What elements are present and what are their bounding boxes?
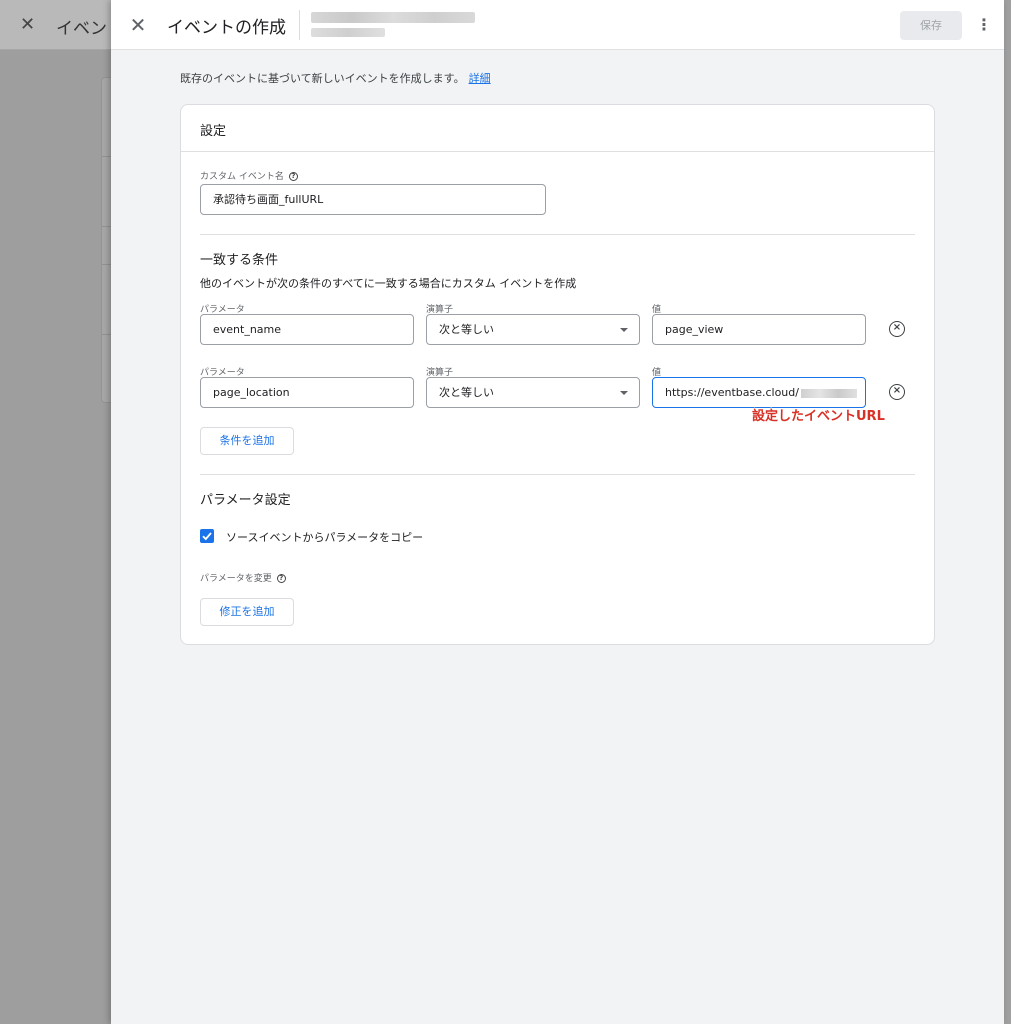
copy-parameters-checkbox[interactable] bbox=[200, 529, 214, 543]
help-icon[interactable]: ? bbox=[276, 574, 286, 583]
parameter-input[interactable]: page_location bbox=[200, 377, 414, 408]
background-title: イベン bbox=[56, 19, 107, 39]
custom-event-name-input[interactable]: 承認待ち画面_fullURL bbox=[200, 184, 546, 215]
remove-condition-icon[interactable]: × bbox=[889, 384, 905, 400]
operator-select-value: 次と等しい bbox=[439, 386, 494, 399]
conditions-title: 一致する条件 bbox=[200, 253, 279, 268]
page-title: イベントの作成 bbox=[167, 18, 286, 38]
redacted-url-path bbox=[800, 388, 857, 398]
value-input[interactable]: https://eventbase.cloud/ bbox=[652, 377, 866, 408]
value-input-text: https://eventbase.cloud/ bbox=[665, 386, 799, 399]
conditions-description: 他のイベントが次の条件のすべてに一致する場合にカスタム イベントを作成 bbox=[200, 277, 577, 290]
panel-header: ✕ イベントの作成 保存 ⋮ bbox=[111, 0, 1004, 50]
redacted-property-name bbox=[311, 12, 475, 23]
settings-card: 設定 カスタム イベント名? 承認待ち画面_fullURL 一致する条件 他のイ… bbox=[180, 104, 935, 645]
dropdown-arrow-icon bbox=[620, 391, 628, 395]
dropdown-arrow-icon bbox=[620, 328, 628, 332]
copy-parameters-label: ソースイベントからパラメータをコピー bbox=[226, 531, 424, 544]
intro-text: 既存のイベントに基づいて新しいイベントを作成します。 詳細 bbox=[180, 70, 491, 86]
operator-select-value: 次と等しい bbox=[439, 323, 494, 336]
background-close-icon: ✕ bbox=[20, 14, 36, 35]
save-button[interactable]: 保存 bbox=[900, 11, 962, 40]
help-icon[interactable]: ? bbox=[288, 172, 298, 181]
parameter-settings-title: パラメータ設定 bbox=[200, 493, 291, 508]
header-divider bbox=[299, 10, 300, 40]
section-divider bbox=[200, 474, 915, 475]
modify-parameters-label-text: パラメータを変更 bbox=[200, 574, 272, 584]
settings-title: 設定 bbox=[200, 124, 227, 139]
close-icon[interactable]: ✕ bbox=[125, 12, 151, 38]
create-event-panel: ✕ イベントの作成 保存 ⋮ 既存のイベントに基づいて新しいイベントを作成します… bbox=[111, 0, 1004, 1024]
modify-parameters-label: パラメータを変更? bbox=[200, 571, 286, 584]
more-vert-icon[interactable]: ⋮ bbox=[976, 13, 992, 37]
remove-condition-icon[interactable]: × bbox=[889, 321, 905, 337]
background-edge bbox=[1004, 0, 1011, 1024]
add-condition-button[interactable]: 条件を追加 bbox=[200, 427, 294, 455]
intro-description: 既存のイベントに基づいて新しいイベントを作成します。 bbox=[180, 72, 465, 85]
value-input[interactable]: page_view bbox=[652, 314, 866, 345]
section-divider bbox=[200, 234, 915, 235]
card-divider bbox=[181, 151, 934, 152]
add-modification-button[interactable]: 修正を追加 bbox=[200, 598, 294, 626]
custom-event-name-label-text: カスタム イベント名 bbox=[200, 172, 284, 182]
learn-more-link[interactable]: 詳細 bbox=[469, 72, 491, 85]
operator-select[interactable]: 次と等しい bbox=[426, 314, 640, 345]
check-icon bbox=[202, 532, 212, 541]
custom-event-name-label: カスタム イベント名? bbox=[200, 169, 298, 182]
redacted-property-id bbox=[311, 28, 385, 37]
operator-select[interactable]: 次と等しい bbox=[426, 377, 640, 408]
parameter-input[interactable]: event_name bbox=[200, 314, 414, 345]
annotation-label: 設定したイベントURL bbox=[752, 409, 885, 424]
